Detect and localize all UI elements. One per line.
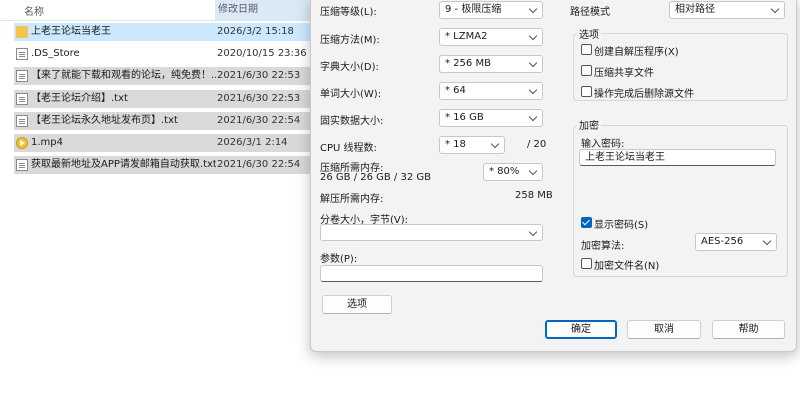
chevron-down-icon [528, 112, 538, 122]
media-icon [16, 137, 28, 149]
file-row[interactable]: 【来了就能下载和观看的论坛，纯免费！... 2021/6/30 22:53 [14, 67, 310, 85]
encrypt-filenames-label[interactable]: 加密文件名(N) [594, 257, 659, 272]
file-name: 上老王论坛当老王 [31, 26, 111, 37]
memory-compress-detail: 26 GB / 26 GB / 32 GB [320, 172, 431, 183]
cpu-threads-select[interactable]: * 18 [439, 136, 505, 154]
show-password-checkbox[interactable] [581, 217, 592, 228]
encryption-method-label: 加密算法: [581, 241, 625, 252]
column-name-header[interactable]: 名称 [24, 3, 44, 18]
compress-shared-label[interactable]: 压缩共享文件 [594, 64, 654, 79]
file-name: 【老王论坛永久地址发布页】.txt [31, 115, 178, 126]
chevron-down-icon [770, 4, 780, 14]
delete-after-checkbox[interactable] [581, 86, 592, 97]
document-icon [16, 93, 28, 105]
dictionary-size-label: 字典大小(D): [320, 62, 379, 73]
file-row[interactable]: 获取最新地址及APP请发邮箱自动获取.txt 2021/6/30 22:54 [14, 156, 310, 174]
path-mode-select[interactable]: 相对路径 [669, 1, 785, 19]
delete-after-label[interactable]: 操作完成后删除源文件 [594, 85, 694, 100]
dictionary-size-value: * 256 MB [445, 58, 491, 69]
chevron-down-icon [528, 166, 538, 176]
split-size-select[interactable] [320, 224, 543, 241]
compress-shared-checkbox[interactable] [581, 65, 592, 76]
column-header: 名称 修改日期 [0, 0, 310, 21]
file-name: 获取最新地址及APP请发邮箱自动获取.txt [31, 159, 216, 170]
path-mode-label: 路径模式 [570, 7, 610, 18]
chevron-down-icon [528, 4, 538, 14]
file-date: 2021/6/30 22:54 [217, 159, 301, 170]
create-sfx-checkbox[interactable] [581, 44, 592, 55]
file-row[interactable]: 【老王论坛永久地址发布页】.txt 2021/6/30 22:54 [14, 112, 310, 130]
file-date: 2026/3/1 2:14 [217, 137, 288, 148]
encryption-method-select[interactable]: AES-256 [695, 233, 777, 251]
password-input[interactable]: 上老王论坛当老王 [579, 149, 776, 166]
cpu-threads-value: * 18 [445, 139, 466, 150]
column-date-header[interactable]: 修改日期 [215, 0, 310, 20]
chevron-down-icon [528, 85, 538, 95]
memory-decompress-label: 解压所需内存: [320, 194, 384, 205]
compression-method-value: * LZMA2 [445, 31, 488, 42]
document-icon [16, 48, 28, 60]
chevron-down-icon [528, 58, 538, 68]
word-size-label: 单词大小(W): [320, 89, 382, 100]
file-date: 2020/10/15 23:36 [217, 48, 307, 59]
parameters-input[interactable] [320, 265, 543, 282]
file-name: 【来了就能下载和观看的论坛，纯免费！... [31, 70, 216, 81]
file-date: 2021/6/30 22:54 [217, 115, 301, 126]
options-group-title: 选项 [577, 26, 601, 41]
encryption-group-title: 加密 [577, 117, 601, 132]
memory-usage-select[interactable]: * 80% [483, 163, 543, 181]
memory-decompress-value: 258 MB [515, 190, 553, 201]
file-name: 【老王论坛介绍】.txt [31, 93, 128, 104]
password-label: 输入密码: [581, 139, 625, 150]
cpu-threads-max: / 20 [527, 139, 547, 150]
file-date: 2021/6/30 22:53 [217, 70, 301, 81]
file-date: 2026/3/2 15:18 [217, 26, 294, 37]
memory-usage-value: * 80% [489, 166, 520, 177]
compression-method-select[interactable]: * LZMA2 [439, 28, 543, 46]
show-password-label[interactable]: 显示密码(S) [594, 216, 648, 231]
file-row[interactable]: 【老王论坛介绍】.txt 2021/6/30 22:53 [14, 90, 310, 108]
word-size-value: * 64 [445, 85, 466, 96]
solid-block-label: 固实数据大小: [320, 116, 384, 127]
add-to-archive-dialog: 压缩等级(L): 9 - 极限压缩 压缩方法(M): * LZMA2 字典大小(… [310, 0, 797, 352]
file-date: 2021/6/30 22:53 [217, 93, 301, 104]
cancel-button[interactable]: 取消 [627, 320, 701, 339]
compression-level-value: 9 - 极限压缩 [445, 4, 502, 15]
encryption-method-value: AES-256 [701, 236, 744, 247]
ok-button[interactable]: 确定 [545, 320, 617, 339]
help-button[interactable]: 帮助 [712, 320, 785, 339]
file-row[interactable]: .DS_Store 2020/10/15 23:36 [14, 45, 310, 63]
parameters-label: 参数(P): [320, 254, 358, 265]
compression-level-label: 压缩等级(L): [320, 7, 377, 18]
word-size-select[interactable]: * 64 [439, 82, 543, 100]
document-icon [16, 70, 28, 82]
chevron-down-icon [762, 236, 772, 246]
solid-block-select[interactable]: * 16 GB [439, 109, 543, 127]
dictionary-size-select[interactable]: * 256 MB [439, 55, 543, 73]
encrypt-filenames-checkbox[interactable] [581, 258, 592, 269]
document-icon [16, 159, 28, 171]
file-row[interactable]: 1.mp4 2026/3/1 2:14 [14, 134, 310, 152]
file-name: .DS_Store [31, 48, 80, 59]
path-mode-value: 相对路径 [675, 4, 715, 15]
document-icon [16, 115, 28, 127]
compression-method-label: 压缩方法(M): [320, 35, 380, 46]
cpu-threads-label: CPU 线程数: [320, 143, 377, 154]
file-name: 1.mp4 [31, 137, 63, 148]
folder-icon [16, 26, 28, 38]
create-sfx-label[interactable]: 创建自解压程序(X) [594, 43, 679, 58]
solid-block-value: * 16 GB [445, 112, 484, 123]
compression-level-select[interactable]: 9 - 极限压缩 [439, 1, 543, 19]
chevron-down-icon [528, 227, 538, 237]
chevron-down-icon [490, 139, 500, 149]
chevron-down-icon [528, 31, 538, 41]
options-button[interactable]: 选项 [322, 295, 392, 314]
file-row[interactable]: 上老王论坛当老王 2026/3/2 15:18 [14, 23, 310, 41]
